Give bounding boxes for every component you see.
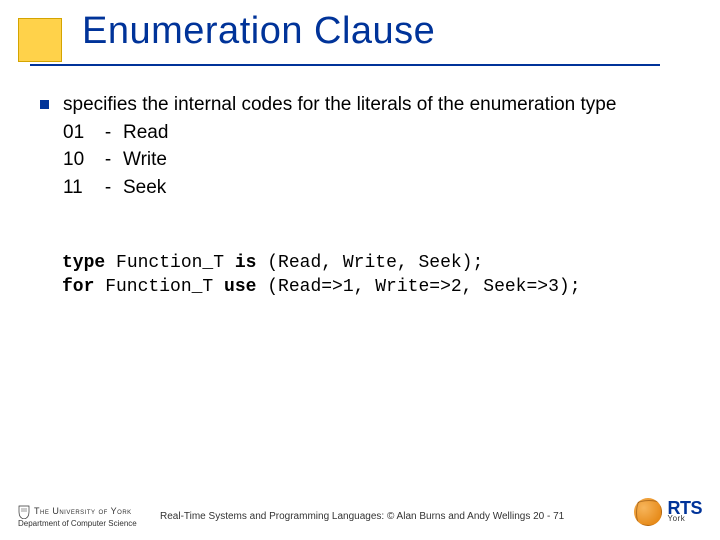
code-line-1: type Function_T is (Read, Write, Seek); [62, 251, 680, 275]
enum-code: 01 [63, 120, 93, 146]
footer-text: Real-Time Systems and Programming Langua… [160, 511, 564, 522]
content-area: specifies the internal codes for the lit… [40, 92, 680, 299]
kw-type: type [62, 253, 105, 273]
code-text: Function_T [94, 277, 224, 297]
title-row: Enumeration Clause [82, 10, 690, 53]
enum-dash: - [101, 147, 115, 173]
title-underline [30, 64, 660, 66]
code-text: (Read, Write, Seek); [256, 253, 483, 273]
enum-literal: Write [123, 147, 167, 173]
code-text: (Read=>1, Write=>2, Seek=>3); [256, 277, 580, 297]
enum-row: 01 - Read [63, 120, 680, 146]
kw-is: is [235, 253, 257, 273]
enum-literal: Seek [123, 175, 166, 201]
enum-dash: - [101, 120, 115, 146]
uoy-logo: The University of York Department of Com… [18, 505, 137, 528]
code-line-2: for Function_T use (Read=>1, Write=>2, S… [62, 275, 680, 299]
code-block: type Function_T is (Read, Write, Seek); … [62, 251, 680, 300]
uoy-dept: Department of Computer Science [18, 519, 137, 528]
uoy-title: The University of York [34, 506, 132, 516]
bullet-lead: specifies the internal codes for the lit… [63, 92, 680, 118]
enum-code: 11 [63, 175, 93, 201]
enum-row: 11 - Seek [63, 175, 680, 201]
rts-text: RTS York [668, 501, 703, 523]
globe-icon [634, 498, 662, 526]
title-accent [18, 18, 62, 62]
bullet-icon [40, 100, 49, 109]
enum-row: 10 - Write [63, 147, 680, 173]
rts-logo: RTS York [634, 498, 703, 526]
kw-for: for [62, 277, 94, 297]
code-text: Function_T [105, 253, 235, 273]
enum-code: 10 [63, 147, 93, 173]
bullet-body: specifies the internal codes for the lit… [63, 92, 680, 201]
enum-literal: Read [123, 120, 168, 146]
slide-title: Enumeration Clause [82, 10, 690, 53]
shield-icon [18, 505, 30, 519]
enum-dash: - [101, 175, 115, 201]
footer: The University of York Department of Com… [0, 486, 720, 528]
bullet-item: specifies the internal codes for the lit… [40, 92, 680, 201]
kw-use: use [224, 277, 256, 297]
